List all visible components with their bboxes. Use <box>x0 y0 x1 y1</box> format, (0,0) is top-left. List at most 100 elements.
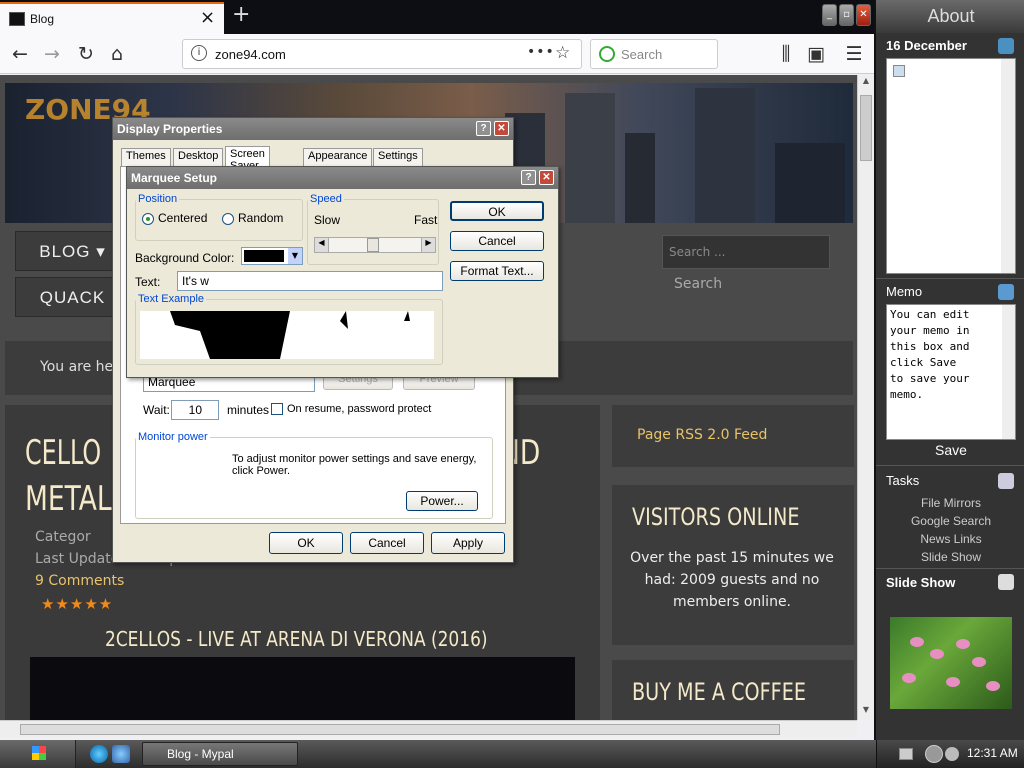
hscroll-thumb[interactable] <box>20 724 780 735</box>
search-engine-icon <box>599 46 615 62</box>
scroll-down-icon[interactable]: ▼ <box>859 705 873 719</box>
close-button[interactable]: ✕ <box>494 121 509 136</box>
site-search-input[interactable]: Search ... <box>662 235 830 269</box>
marquee-ok-button[interactable]: OK <box>450 201 544 221</box>
tab-close-icon[interactable]: × <box>200 7 215 28</box>
coffee-widget: BUY ME A COFFEE <box>612 660 854 720</box>
tray-status-icon[interactable] <box>945 747 959 761</box>
breadcrumb-text: You are he <box>40 359 114 375</box>
help-button[interactable]: ? <box>521 170 536 185</box>
slider-left-icon[interactable]: ◀ <box>315 238 329 252</box>
task-news-links[interactable]: News Links <box>876 532 1024 546</box>
memo-textarea[interactable]: You can edit your memo in this box and c… <box>886 304 1016 440</box>
dialog-title: Display Properties <box>117 122 223 136</box>
building-shape <box>565 93 615 223</box>
article-comments-link[interactable]: 9 Comments <box>35 573 124 589</box>
tab-appearance[interactable]: Appearance <box>303 148 373 166</box>
page-actions-icon[interactable]: ••• <box>527 44 555 60</box>
wait-label: Wait: <box>143 403 170 417</box>
tab-blog[interactable]: Blog × <box>0 2 224 34</box>
random-radio[interactable] <box>222 213 234 225</box>
task-google-search[interactable]: Google Search <box>876 514 1024 528</box>
speed-legend: Speed <box>310 193 342 205</box>
text-example-legend: Text Example <box>138 293 205 305</box>
calendar-icon[interactable] <box>998 38 1014 54</box>
position-group: Position Centered Random <box>135 193 303 241</box>
marquee-text-input[interactable]: It's w <box>177 271 443 291</box>
dropdown-arrow-icon[interactable]: ▼ <box>288 248 302 264</box>
format-text-button[interactable]: Format Text... <box>450 261 544 281</box>
new-tab-icon[interactable]: + <box>232 2 250 27</box>
site-search-button[interactable]: Search <box>662 271 830 301</box>
reload-icon[interactable]: ↻ <box>72 40 100 68</box>
close-window-button[interactable]: ✕ <box>856 4 871 26</box>
minimize-button[interactable]: _ <box>822 4 837 26</box>
ie-icon[interactable] <box>90 745 108 763</box>
slider-right-icon[interactable]: ▶ <box>421 238 435 252</box>
start-button[interactable] <box>0 740 76 768</box>
slider-thumb[interactable] <box>367 238 379 252</box>
vertical-scrollbar[interactable]: ▲ ▼ <box>857 75 874 720</box>
dialog-titlebar[interactable]: Display Properties ? ✕ <box>113 118 513 140</box>
clock[interactable]: 12:31 AM <box>967 746 1018 760</box>
marquee-cancel-button[interactable]: Cancel <box>450 231 544 251</box>
maximize-button[interactable]: ▫ <box>839 4 854 26</box>
apply-button[interactable]: Apply <box>431 532 505 554</box>
info-icon[interactable]: i <box>191 45 207 61</box>
library-icon[interactable]: ⫼ <box>772 40 800 68</box>
rating-stars[interactable]: ★★★★★ <box>41 595 113 613</box>
power-button[interactable]: Power... <box>406 491 478 511</box>
tray-arrow-icon[interactable] <box>925 745 943 763</box>
slideshow-image[interactable] <box>890 617 1012 709</box>
close-button[interactable]: ✕ <box>539 170 554 185</box>
rss-link[interactable]: Page RSS 2.0 Feed <box>637 427 767 443</box>
search-bar[interactable]: Search <box>590 39 718 69</box>
monitor-power-group: Monitor power To adjust monitor power se… <box>135 431 493 519</box>
speed-slider[interactable]: ◀ ▶ <box>314 237 436 253</box>
tasks-icon[interactable] <box>998 473 1014 489</box>
rss-widget: Page RSS 2.0 Feed <box>612 405 854 467</box>
tab-screen-saver[interactable]: Screen Saver <box>225 146 270 172</box>
building-shape <box>625 133 655 223</box>
wait-spinner[interactable]: 10 <box>171 400 219 420</box>
memo-title: Memo <box>886 284 923 299</box>
menu-icon[interactable]: ☰ <box>840 40 868 68</box>
article-title[interactable]: CELLO <box>25 433 101 473</box>
url-bar[interactable]: i zone94.com ••• ☆ <box>182 39 582 69</box>
memo-save-button[interactable]: Save <box>876 442 1024 458</box>
about-header[interactable]: About <box>876 0 1024 33</box>
resume-checkbox[interactable] <box>271 403 283 415</box>
horizontal-scrollbar[interactable] <box>0 720 857 737</box>
slideshow-icon[interactable] <box>998 574 1014 590</box>
forward-icon[interactable]: → <box>38 40 66 68</box>
nav-bar: ← → ↻ ⌂ i zone94.com ••• ☆ Search ⫼ ▣ ☰ <box>0 34 874 74</box>
flower-shape <box>902 673 916 683</box>
back-icon[interactable]: ← <box>6 40 34 68</box>
article-title-line2[interactable]: METAL <box>25 479 112 519</box>
memo-icon[interactable] <box>998 284 1014 300</box>
building-shape <box>775 143 845 223</box>
bg-color-picker[interactable]: ▼ <box>241 247 303 265</box>
tab-desktop[interactable]: Desktop <box>173 148 224 166</box>
calendar-date: 16 December <box>886 38 967 53</box>
keyboard-icon[interactable] <box>899 748 913 760</box>
taskbar-item-blog[interactable]: Blog - Mypal <box>142 742 298 766</box>
marquee-titlebar[interactable]: Marquee Setup ? ✕ <box>127 167 558 189</box>
tab-themes[interactable]: Themes <box>121 148 171 166</box>
sidebar-toggle-icon[interactable]: ▣ <box>802 40 830 68</box>
scroll-up-icon[interactable]: ▲ <box>859 76 873 90</box>
calendar-scrollbar[interactable] <box>1001 59 1015 273</box>
bookmark-star-icon[interactable]: ☆ <box>555 43 570 63</box>
centered-radio[interactable] <box>142 213 154 225</box>
home-icon[interactable]: ⌂ <box>103 40 131 68</box>
browser-quicklaunch-icon[interactable] <box>112 745 130 763</box>
cancel-button[interactable]: Cancel <box>350 532 424 554</box>
help-button[interactable]: ? <box>476 121 491 136</box>
ok-button[interactable]: OK <box>269 532 343 554</box>
task-file-mirrors[interactable]: File Mirrors <box>876 496 1024 510</box>
task-slide-show[interactable]: Slide Show <box>876 550 1024 564</box>
scroll-thumb[interactable] <box>860 95 872 161</box>
video-player[interactable] <box>30 657 575 720</box>
memo-scrollbar[interactable] <box>1002 305 1015 439</box>
tab-settings[interactable]: Settings <box>373 148 423 166</box>
